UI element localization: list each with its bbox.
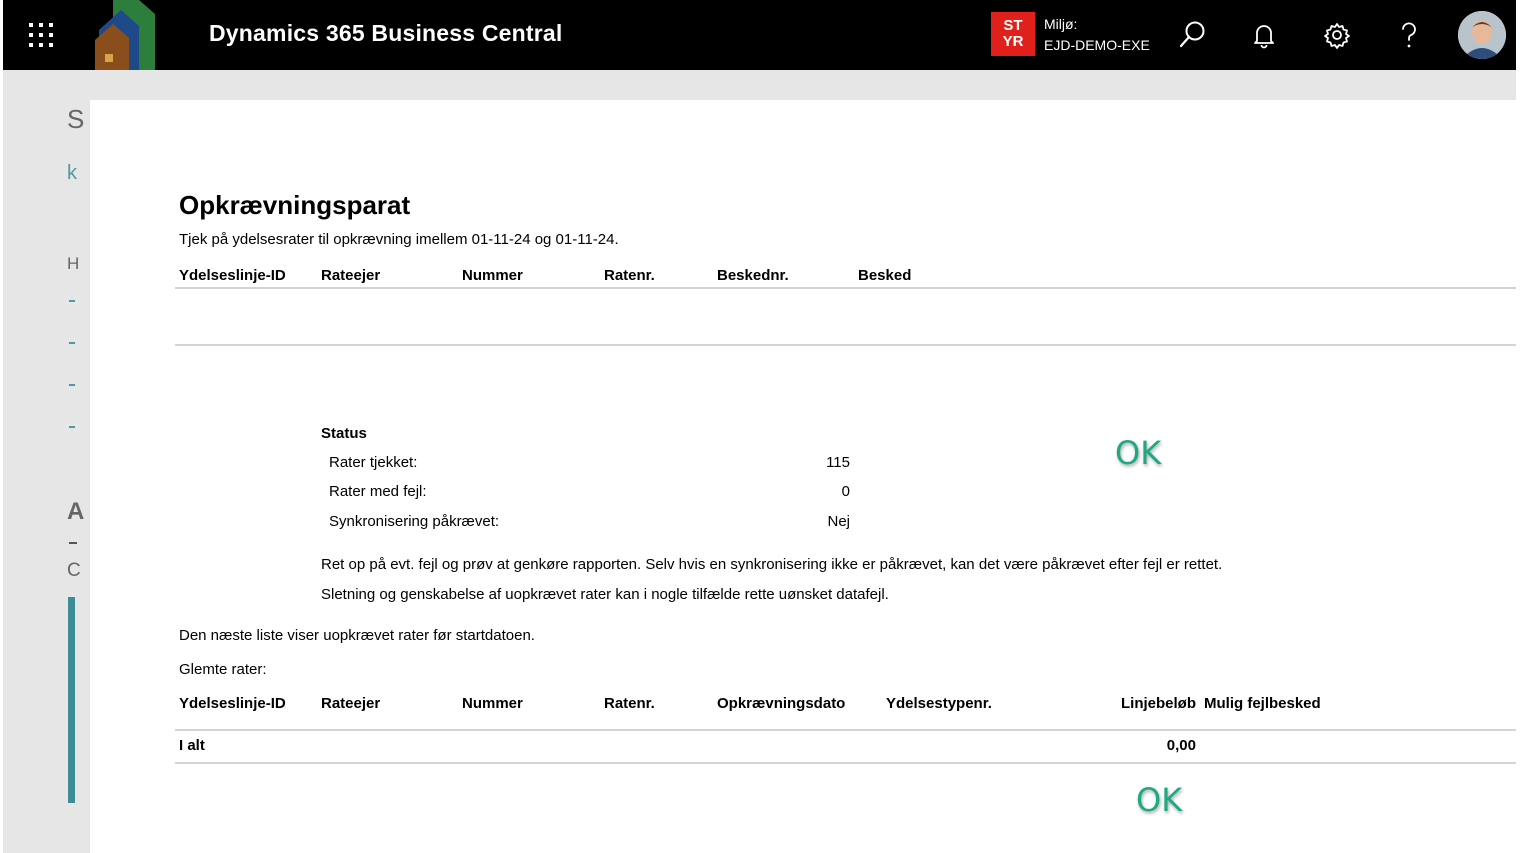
report-title: Opkrævningsparat (179, 190, 411, 220)
table1-header-ratenr: Ratenr. (604, 267, 655, 284)
table2-header-ydelsestypenr: Ydelsestypenr. (886, 695, 992, 712)
search-icon[interactable] (1174, 17, 1210, 53)
background-link-fragment: k (67, 162, 77, 184)
status-ok-annotation: OK (1115, 434, 1162, 472)
table2-header-ratenr: Ratenr. (604, 695, 655, 712)
environment-name: EJD-DEMO-EXE (1044, 37, 1150, 53)
table1-header-nummer: Nummer (462, 267, 523, 284)
table1-bottom-divider (175, 344, 1516, 346)
bottom-ok-annotation: OK (1136, 781, 1183, 819)
forgotten-label: Glemte rater: (179, 661, 267, 678)
app-title[interactable]: Dynamics 365 Business Central (209, 20, 563, 47)
table1-header-ydelseslinje-id: Ydelseslinje-ID (179, 267, 286, 284)
environment-badge-line1: ST (1003, 17, 1023, 34)
bell-icon[interactable] (1246, 17, 1282, 53)
background-dash (69, 384, 75, 386)
status-value-sync: Nej (827, 513, 850, 530)
report-preview: Opkrævningsparat Tjek på ydelsesrater ti… (90, 100, 1516, 853)
status-label-checked: Rater tjekket: (329, 454, 418, 471)
total-amount: 0,00 (1166, 737, 1196, 754)
status-label-sync: Synkronisering påkrævet: (329, 513, 500, 530)
table1-header-rateejer: Rateejer (321, 267, 381, 284)
table2-bottom-divider (175, 762, 1516, 764)
status-label-errors: Rater med fejl: (329, 483, 427, 500)
environment-label: Miljø: (1044, 16, 1078, 32)
table1-header-divider (175, 287, 1516, 289)
table1-header-besked: Besked (858, 267, 912, 284)
background-text-fragment: C (67, 560, 81, 581)
status-value-errors: 0 (841, 483, 850, 500)
background-text-fragment: H (67, 254, 80, 273)
background-dash (69, 342, 75, 344)
background-dash (69, 300, 75, 302)
list-intro: Den næste liste viser uopkrævet rater fø… (179, 627, 535, 644)
total-label: I alt (179, 737, 205, 754)
background-title-fragment: S (67, 104, 85, 134)
avatar[interactable] (1458, 11, 1506, 59)
help-icon[interactable] (1391, 17, 1427, 53)
note-rerun: Ret op på evt. fejl og prøv at genkøre r… (321, 556, 1223, 573)
background-accent-bar (68, 597, 75, 803)
company-logo (95, 0, 155, 70)
table2-header-nummer: Nummer (462, 695, 523, 712)
table2-header-rateejer: Rateejer (321, 695, 381, 712)
table2-header-opkraevningsdato: Opkrævningsdato (717, 695, 846, 712)
environment-badge[interactable]: ST YR (991, 12, 1035, 56)
table2-header-linjebeloeb: Linjebeløb (1121, 695, 1196, 712)
environment-badge-line2: YR (1002, 33, 1024, 50)
table2-header-ydelseslinje-id: Ydelseslinje-ID (179, 695, 286, 712)
table2-header-mulig-fejlbesked: Mulig fejlbesked (1204, 695, 1321, 712)
table2-header-divider (175, 729, 1516, 731)
background-dash (69, 542, 77, 544)
report-subtitle: Tjek på ydelsesrater til opkrævning imel… (179, 231, 619, 248)
background-dash (69, 426, 75, 428)
app-header: Dynamics 365 Business Central ST YR Milj… (3, 0, 1516, 70)
table1-header-beskednr: Beskednr. (717, 267, 789, 284)
environment-info[interactable]: Miljø: EJD-DEMO-EXE (1044, 14, 1150, 56)
gear-icon[interactable] (1319, 17, 1355, 53)
waffle-icon[interactable] (27, 21, 55, 49)
status-heading: Status (321, 425, 367, 442)
status-value-checked: 115 (826, 454, 850, 471)
background-heading-fragment: A (67, 498, 85, 525)
note-recreate: Sletning og genskabelse af uopkrævet rat… (321, 586, 889, 603)
